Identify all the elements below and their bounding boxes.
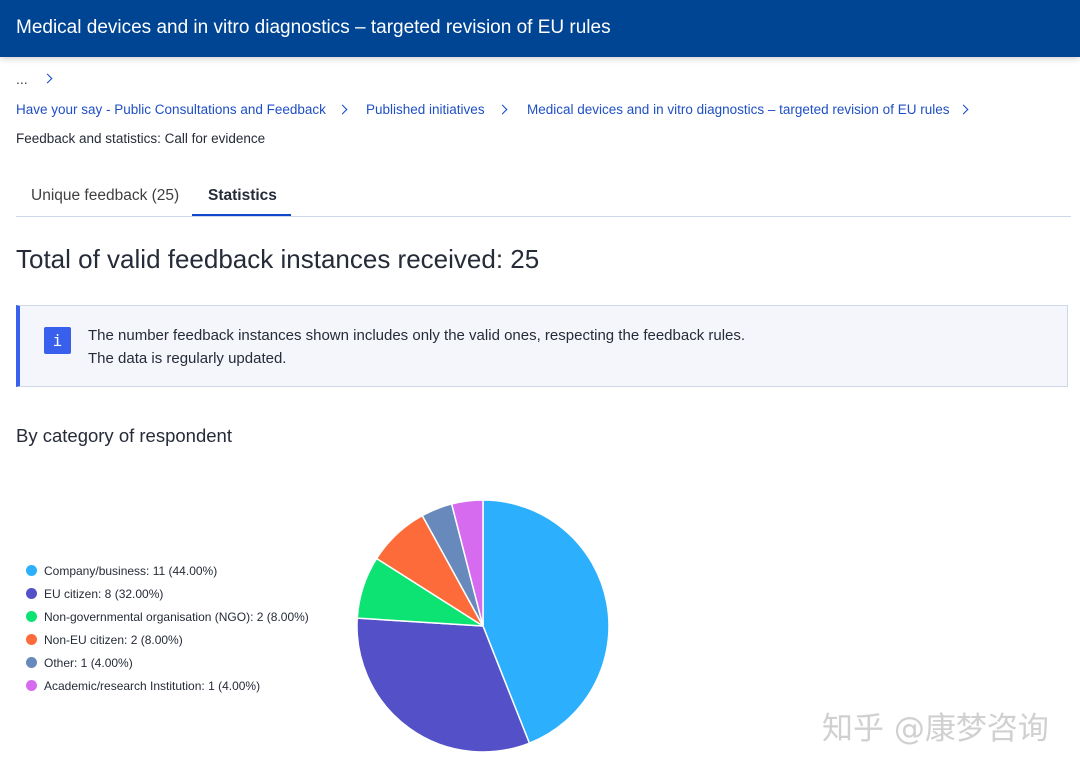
chevron-right-icon xyxy=(497,104,508,115)
legend-label: EU citizen: 8 (32.00%) xyxy=(44,586,164,601)
legend-label: Non-governmental organisation (NGO): 2 (… xyxy=(44,609,309,624)
legend-label: Non-EU citizen: 2 (8.00%) xyxy=(44,632,183,647)
breadcrumb-link-have-your-say[interactable]: Have your say - Public Consultations and… xyxy=(16,102,326,117)
header-bar: Medical devices and in vitro diagnostics… xyxy=(0,0,1080,57)
respondent-pie-chart xyxy=(356,499,610,753)
legend-dot xyxy=(26,657,37,668)
notice-line-2: The data is regularly updated. xyxy=(88,350,287,367)
legend-item[interactable]: Non-EU citizen: 2 (8.00%) xyxy=(26,628,309,651)
legend-dot xyxy=(26,611,37,622)
total-feedback-heading: Total of valid feedback instances receiv… xyxy=(16,244,540,274)
info-notice: i The number feedback instances shown in… xyxy=(16,305,1068,387)
breadcrumb-link-published-initiatives[interactable]: Published initiatives xyxy=(366,102,485,117)
pie-slices xyxy=(356,499,610,753)
notice-line-1: The number feedback instances shown incl… xyxy=(88,327,746,344)
legend-item[interactable]: Company/business: 11 (44.00%) xyxy=(26,559,309,582)
legend-label: Academic/research Institution: 1 (4.00%) xyxy=(44,678,261,693)
tab-statistics[interactable]: Statistics xyxy=(208,187,277,205)
legend-dot xyxy=(26,634,37,645)
legend-item[interactable]: Academic/research Institution: 1 (4.00%) xyxy=(26,674,309,697)
chevron-right-icon xyxy=(42,73,53,84)
chevron-right-icon xyxy=(958,104,969,115)
breadcrumb-current: Feedback and statistics: Call for eviden… xyxy=(16,131,266,146)
watermark-text: 知乎 @康梦咨询 xyxy=(822,711,1049,747)
tab-unique-feedback[interactable]: Unique feedback (25) xyxy=(31,187,179,205)
legend-dot xyxy=(26,680,37,691)
legend-item[interactable]: Other: 1 (4.00%) xyxy=(26,651,309,674)
breadcrumb-link-initiative[interactable]: Medical devices and in vitro diagnostics… xyxy=(527,102,949,117)
chevron-right-icon xyxy=(337,104,348,115)
legend-label: Company/business: 11 (44.00%) xyxy=(44,563,218,578)
tabs-divider xyxy=(16,216,1071,217)
legend-item[interactable]: Non-governmental organisation (NGO): 2 (… xyxy=(26,605,309,628)
page-header-title: Medical devices and in vitro diagnostics… xyxy=(16,17,611,38)
legend-label: Other: 1 (4.00%) xyxy=(44,655,133,670)
legend-item[interactable]: EU citizen: 8 (32.00%) xyxy=(26,582,309,605)
section-title-category: By category of respondent xyxy=(16,425,232,446)
breadcrumb-ellipsis[interactable]: ... xyxy=(16,71,28,87)
legend-dot xyxy=(26,565,37,576)
chart-legend: Company/business: 11 (44.00%) EU citizen… xyxy=(26,559,309,697)
info-icon: i xyxy=(44,327,71,354)
legend-dot xyxy=(26,588,37,599)
